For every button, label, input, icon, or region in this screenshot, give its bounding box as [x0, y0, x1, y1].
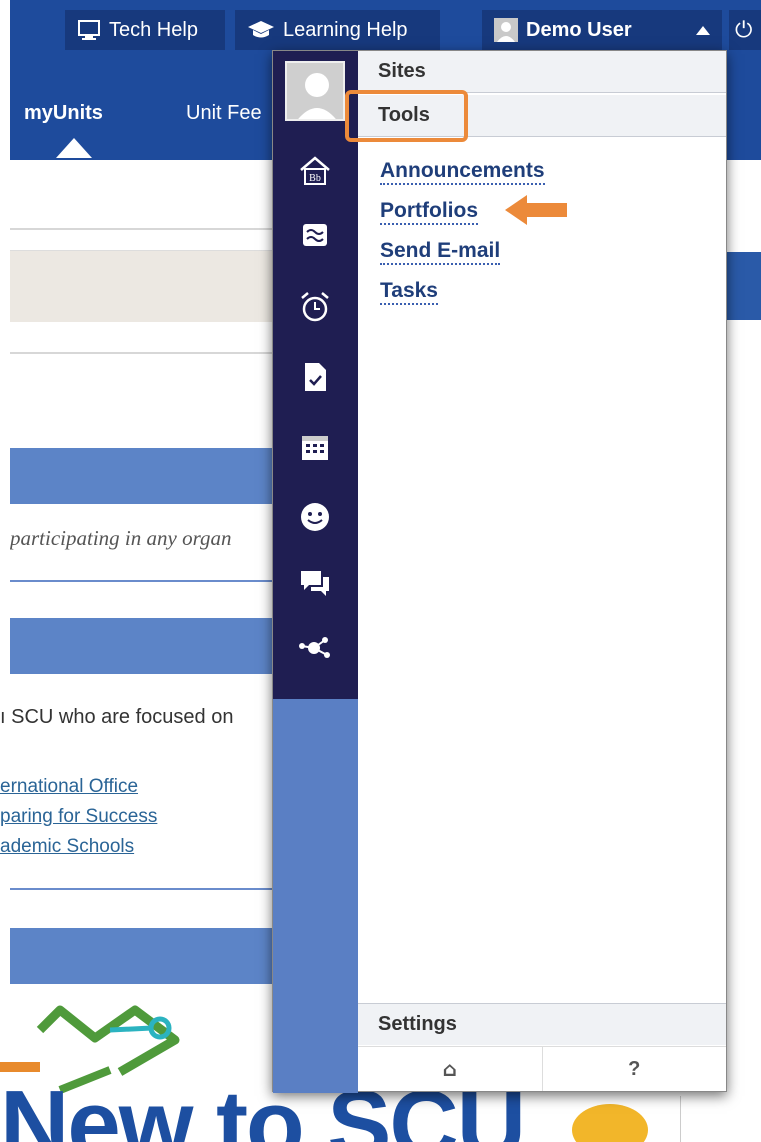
section-body-text: ı SCU who are focused on [0, 706, 234, 728]
pointer-arrow-icon [505, 195, 567, 225]
help-icon: ? [628, 1057, 641, 1080]
messages-icon[interactable] [295, 563, 335, 603]
caret-up-icon [696, 25, 710, 35]
tech-help-button[interactable]: Tech Help [65, 10, 225, 50]
section-header [10, 448, 280, 504]
section-rule [10, 580, 280, 582]
home-button[interactable]: ⌂ [358, 1047, 542, 1091]
home-icon: ⌂ [442, 1057, 457, 1081]
menu-footer: ⌂ ? [358, 1046, 726, 1091]
svg-text:Bb: Bb [309, 173, 321, 184]
divider [10, 352, 280, 354]
send-email-link[interactable]: Send E-mail [380, 239, 501, 265]
tech-help-label: Tech Help [109, 18, 198, 41]
divider [680, 1096, 681, 1142]
home-bb-icon[interactable]: Bb [295, 151, 335, 191]
user-silhouette-icon [287, 63, 343, 119]
learning-help-label: Learning Help [283, 18, 408, 41]
announcements-link[interactable]: Announcements [380, 159, 545, 185]
calendar-icon[interactable] [295, 427, 335, 467]
divider [10, 228, 280, 230]
profile-avatar[interactable] [285, 61, 345, 121]
user-avatar-icon [494, 18, 518, 42]
activity-stream-icon[interactable] [295, 215, 335, 255]
icon-rail-nav: Bb [273, 51, 358, 699]
portfolios-link[interactable]: Portfolios [380, 199, 478, 225]
section-header [10, 618, 280, 674]
power-icon: ⏻ [735, 17, 753, 43]
tab-unit-fee[interactable]: Unit Fee [186, 102, 262, 125]
tasks-link[interactable]: Tasks [380, 279, 438, 305]
grades-document-icon[interactable] [295, 357, 335, 397]
learning-help-button[interactable]: Learning Help [235, 10, 440, 50]
side-panel-tab[interactable] [722, 252, 761, 320]
network-icon[interactable] [295, 627, 335, 667]
logout-button[interactable]: ⏻ [729, 10, 761, 50]
alarm-clock-icon[interactable] [295, 287, 335, 327]
sites-header[interactable]: Sites [358, 51, 726, 93]
smiley-icon[interactable] [295, 497, 335, 537]
tools-highlight-box [345, 90, 468, 142]
international-office-link[interactable]: ernational Office [0, 776, 138, 798]
preparing-for-success-link[interactable]: paring for Success [0, 806, 157, 828]
menu-panel: Sites Tools Announcements Portfolios Sen… [345, 51, 726, 1091]
user-dropdown-menu: Bb Sites Tools Announcements Portfolios … [272, 50, 727, 1093]
monitor-icon [78, 20, 100, 40]
tab-myunits[interactable]: myUnits [24, 102, 103, 125]
settings-header[interactable]: Settings [358, 1003, 726, 1045]
search-strip [10, 250, 280, 322]
section-rule [10, 888, 280, 890]
graduation-cap-icon [248, 21, 274, 38]
help-button[interactable]: ? [541, 1047, 727, 1091]
academic-schools-link[interactable]: ademic Schools [0, 836, 134, 858]
user-menu-button[interactable]: Demo User [482, 10, 722, 50]
active-tab-indicator [56, 138, 92, 158]
organizations-text: participating in any organ [10, 526, 232, 550]
section-header [10, 928, 280, 984]
user-name: Demo User [526, 18, 632, 41]
